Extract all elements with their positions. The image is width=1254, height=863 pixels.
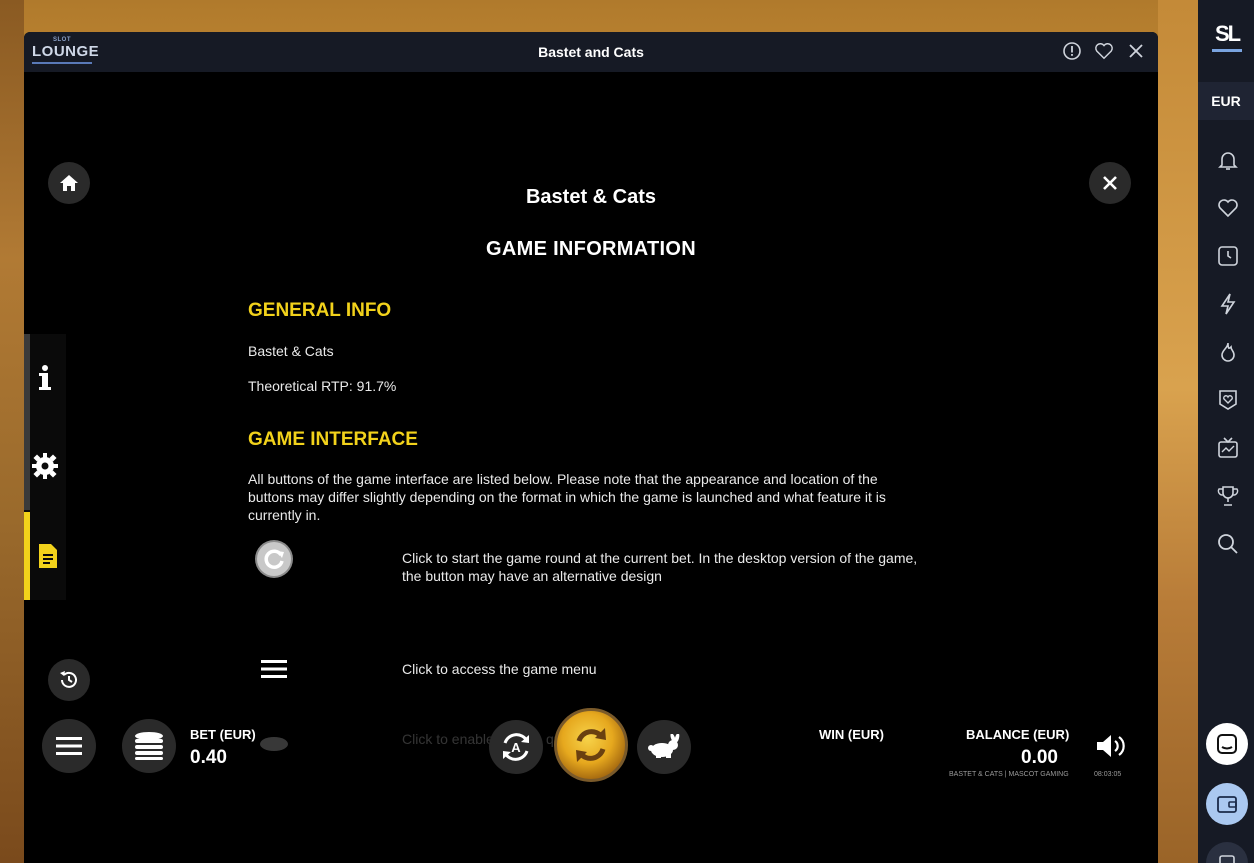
win-label: WIN (EUR) <box>819 727 884 742</box>
recent-clock-icon[interactable] <box>1216 244 1240 268</box>
background-right <box>1158 0 1198 863</box>
info-icon <box>39 365 51 390</box>
history-icon <box>60 671 77 688</box>
spin-icon <box>254 539 294 579</box>
spin-button[interactable] <box>554 708 628 782</box>
svg-text:A: A <box>511 740 521 755</box>
currency-selector[interactable]: EUR <box>1198 82 1254 120</box>
history-button[interactable] <box>48 659 90 701</box>
close-info-button[interactable] <box>1089 162 1131 204</box>
balance-label: BALANCE (EUR) <box>966 727 1070 742</box>
game-interface-heading: GAME INTERFACE <box>248 429 418 450</box>
autoplay-icon: A <box>503 733 529 761</box>
close-window-icon[interactable] <box>1126 41 1146 61</box>
favorite-heart-icon[interactable] <box>1094 41 1114 61</box>
logo-main-text: LOUNGE <box>32 43 100 60</box>
bell-icon[interactable] <box>1216 148 1240 172</box>
title-bar: SLOT LOUNGE Bastet and Cats <box>24 32 1158 72</box>
game-menu-button[interactable] <box>42 719 96 773</box>
info-heading: GAME INFORMATION <box>486 238 696 260</box>
close-icon <box>1103 176 1117 190</box>
wallet-icon <box>1217 796 1237 813</box>
tab-rules[interactable] <box>24 512 66 600</box>
sound-button[interactable] <box>1094 732 1128 760</box>
search-icon[interactable] <box>1216 532 1240 556</box>
interface-intro-text: All buttons of the game interface are li… <box>248 471 886 523</box>
balance-value: 0.00 <box>1021 747 1058 768</box>
trophy-icon[interactable] <box>1216 484 1240 508</box>
site-sidebar: SL EUR <box>1198 0 1254 863</box>
logo-top-text: SLOT <box>53 37 71 43</box>
provider-text: BASTET & CATS | MASCOT GAMING <box>949 771 1069 778</box>
game-title: Bastet & Cats <box>525 186 657 208</box>
rabbit-icon <box>648 734 680 758</box>
spin-arrows-icon <box>576 728 606 762</box>
fire-icon[interactable] <box>1216 340 1240 364</box>
extra-button[interactable] <box>1206 842 1248 863</box>
spin-description: Click to start the game round at the cur… <box>402 550 918 584</box>
autoplay-button[interactable]: A <box>489 720 543 774</box>
tab-settings[interactable] <box>24 422 66 510</box>
tab-info[interactable] <box>24 334 66 422</box>
hamburger-icon <box>56 737 82 755</box>
site-logo[interactable]: SLOT LOUNGE <box>32 37 99 64</box>
document-icon <box>39 544 57 568</box>
bet-value: 0.40 <box>190 747 227 768</box>
heart-icon[interactable] <box>1216 196 1240 220</box>
window-title: Bastet and Cats <box>538 44 644 60</box>
clock-text: 08:03:05 <box>1094 771 1122 778</box>
tab-info-indicator <box>24 334 30 422</box>
menu-icon <box>254 649 294 689</box>
lightning-icon[interactable] <box>1216 292 1240 316</box>
speaker-icon <box>1097 735 1125 757</box>
chat-button[interactable] <box>1206 723 1248 765</box>
game-window: SLOT LOUNGE Bastet and Cats Bastet & Cat… <box>24 32 1158 863</box>
home-icon <box>60 175 78 191</box>
background-left <box>0 0 24 863</box>
menu-description: Click to access the game menu <box>402 661 597 677</box>
sidebar-logo[interactable]: SL <box>1212 20 1242 52</box>
title-bar-actions <box>1062 41 1146 61</box>
square-icon <box>1219 855 1235 863</box>
gear-icon <box>32 453 58 479</box>
chat-icon <box>1217 734 1237 754</box>
coins-icon <box>135 732 163 760</box>
home-button[interactable] <box>48 162 90 204</box>
bet-label: BET (EUR) <box>190 727 256 742</box>
rabbit-icon <box>254 720 294 760</box>
quick-spin-button[interactable] <box>637 720 691 774</box>
wallet-button[interactable] <box>1206 783 1248 825</box>
heart-shield-icon[interactable] <box>1216 388 1240 412</box>
info-tabs <box>24 334 66 600</box>
bet-button[interactable] <box>122 719 176 773</box>
tab-settings-indicator <box>24 422 30 510</box>
tv-icon[interactable] <box>1216 436 1240 460</box>
game-name-text: Bastet & Cats <box>248 343 334 359</box>
info-alert-icon[interactable] <box>1062 41 1082 61</box>
rtp-text: Theoretical RTP: 91.7% <box>248 378 397 394</box>
general-info-heading: GENERAL INFO <box>248 300 392 321</box>
